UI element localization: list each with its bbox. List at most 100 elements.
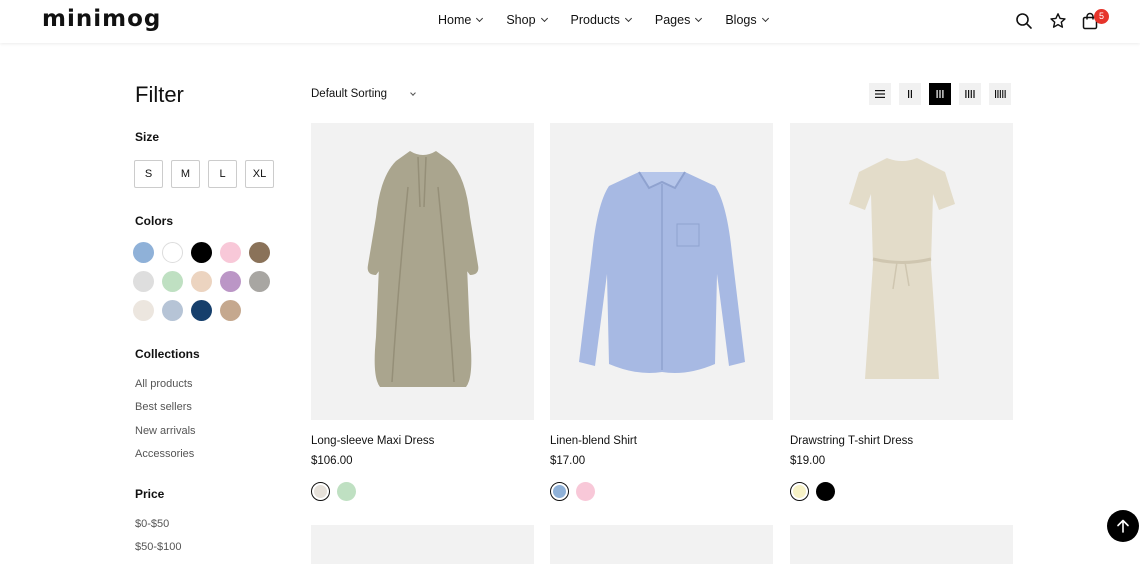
color-swatch[interactable]: [133, 300, 154, 321]
chevron-down-icon: [540, 14, 548, 23]
chevron-down-icon: [761, 14, 769, 23]
size-xl-button[interactable]: XL: [245, 160, 274, 188]
product-color-swatches: [550, 482, 602, 501]
nav-products[interactable]: Products: [570, 13, 632, 27]
view-5-columns-button[interactable]: [989, 83, 1011, 105]
price-list: $0-$50 $50-$100: [135, 517, 182, 564]
grid-view-switcher: [869, 83, 1019, 105]
product-price: $17.00: [550, 455, 586, 467]
nav-blogs-label: Blogs: [725, 13, 757, 27]
arrow-up-icon: [1117, 519, 1129, 533]
color-swatches: [133, 242, 283, 329]
product-card-partial[interactable]: [550, 525, 773, 564]
color-swatch[interactable]: [220, 242, 241, 263]
color-swatch[interactable]: [220, 300, 241, 321]
price-link-0-50[interactable]: $0-$50: [135, 517, 182, 540]
product-swatch[interactable]: [816, 482, 835, 501]
cart-count-badge: 5: [1094, 9, 1109, 24]
product-price: $19.00: [790, 455, 826, 467]
color-swatch[interactable]: [133, 242, 154, 263]
maxi-dress-image: [367, 150, 478, 387]
swatch-dot: [793, 485, 806, 498]
nav-home[interactable]: Home: [438, 13, 484, 27]
two-columns-icon: [908, 90, 912, 98]
size-m-button[interactable]: M: [171, 160, 200, 188]
linen-shirt-image: [578, 171, 745, 373]
colors-filter-title: Colors: [135, 214, 174, 228]
color-swatch[interactable]: [162, 300, 183, 321]
five-columns-icon: [994, 90, 1006, 98]
list-view-icon: [875, 90, 885, 98]
price-link-50-100[interactable]: $50-$100: [135, 540, 182, 563]
nav-pages[interactable]: Pages: [654, 13, 703, 27]
collection-link-new-arrivals[interactable]: New arrivals: [135, 424, 196, 447]
chevron-down-icon: [624, 14, 632, 23]
color-swatch[interactable]: [249, 242, 270, 263]
back-to-top-button[interactable]: [1107, 510, 1139, 542]
wishlist-star-icon[interactable]: [1049, 12, 1067, 30]
chevron-down-icon: [695, 14, 703, 23]
product-swatch[interactable]: [337, 482, 356, 501]
nav-shop[interactable]: Shop: [506, 13, 548, 27]
search-icon[interactable]: [1015, 12, 1033, 30]
product-swatch[interactable]: [576, 482, 595, 501]
size-s-button[interactable]: S: [134, 160, 163, 188]
color-swatch[interactable]: [191, 271, 212, 292]
product-card: Linen-blend Shirt $17.00: [550, 123, 773, 501]
nav-pages-label: Pages: [654, 13, 691, 27]
price-filter-title: Price: [135, 487, 165, 501]
color-swatch[interactable]: [162, 271, 183, 292]
chevron-down-icon: [410, 89, 416, 96]
color-swatch[interactable]: [191, 242, 212, 263]
product-image-dress-beige[interactable]: [790, 123, 1013, 420]
size-l-button[interactable]: L: [208, 160, 237, 188]
four-columns-icon: [965, 90, 975, 98]
product-card-partial[interactable]: [790, 525, 1013, 564]
sort-dropdown[interactable]: Default Sorting: [311, 88, 416, 100]
color-swatch[interactable]: [133, 271, 154, 292]
product-image-dress-khaki[interactable]: [311, 123, 534, 420]
product-swatch-selected[interactable]: [550, 482, 569, 501]
color-swatch[interactable]: [220, 271, 241, 292]
size-options: S M L XL: [134, 160, 282, 188]
swatch-dot: [553, 485, 566, 498]
nav-shop-label: Shop: [506, 13, 536, 27]
product-card: Drawstring T-shirt Dress $19.00: [790, 123, 1013, 501]
view-3-columns-button[interactable]: [929, 83, 951, 105]
color-swatch[interactable]: [191, 300, 212, 321]
view-4-columns-button[interactable]: [959, 83, 981, 105]
nav-products-label: Products: [570, 13, 620, 27]
product-color-swatches: [790, 482, 842, 501]
product-image-shirt-blue[interactable]: [550, 123, 773, 420]
product-card: Long-sleeve Maxi Dress $106.00: [311, 123, 534, 501]
product-name[interactable]: Long-sleeve Maxi Dress: [311, 435, 434, 447]
size-filter-title: Size: [135, 130, 160, 144]
nav-blogs[interactable]: Blogs: [725, 13, 769, 27]
product-name[interactable]: Drawstring T-shirt Dress: [790, 435, 913, 447]
swatch-dot: [314, 485, 327, 498]
filter-title: Filter: [135, 82, 184, 107]
site-header: minimog Home Shop Products Pages Blogs 5: [0, 0, 1140, 43]
collection-link-all-products[interactable]: All products: [135, 377, 196, 400]
product-card-partial[interactable]: [311, 525, 534, 564]
collection-link-accessories[interactable]: Accessories: [135, 447, 196, 470]
view-2-columns-button[interactable]: [899, 83, 921, 105]
product-swatch-selected[interactable]: [311, 482, 330, 501]
collections-filter-title: Collections: [135, 347, 200, 361]
view-list-button[interactable]: [869, 83, 891, 105]
nav-home-label: Home: [438, 13, 472, 27]
color-swatch[interactable]: [249, 271, 270, 292]
main-nav: Home Shop Products Pages Blogs: [438, 13, 792, 27]
chevron-down-icon: [476, 14, 484, 23]
logo[interactable]: minimog: [42, 6, 161, 32]
collection-link-best-sellers[interactable]: Best sellers: [135, 400, 196, 423]
product-price: $106.00: [311, 455, 353, 467]
product-color-swatches: [311, 482, 363, 501]
three-columns-icon: [936, 90, 944, 98]
collections-list: All products Best sellers New arrivals A…: [135, 377, 196, 470]
tshirt-dress-image: [848, 158, 955, 379]
product-name[interactable]: Linen-blend Shirt: [550, 435, 637, 447]
product-swatch-selected[interactable]: [790, 482, 809, 501]
sort-label: Default Sorting: [311, 88, 388, 100]
color-swatch[interactable]: [162, 242, 183, 263]
